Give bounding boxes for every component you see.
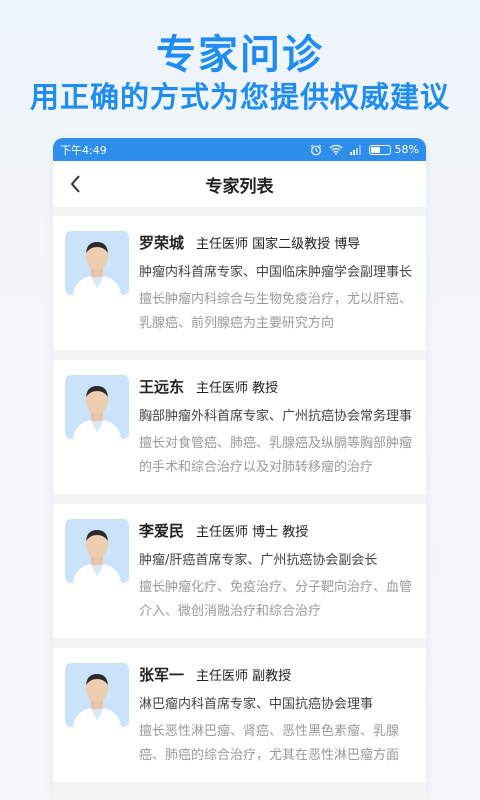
doctor-header-line: 罗荣城 主任医师 国家二级教授 博导 xyxy=(139,232,416,253)
doctor-card[interactable]: 罗荣城 主任医师 国家二级教授 博导 肿瘤内科首席专家、中国临床肿瘤学会副理事长… xyxy=(53,216,426,350)
doctor-specialty: 擅长肿瘤化疗、免疫治疗、分子靶向治疗、血管介入、微创消融治疗和综合治疗 xyxy=(139,580,413,619)
doctor-header-line: 王远东 主任医师 教授 xyxy=(139,376,416,397)
doctor-info: 张军一 主任医师 副教授 淋巴瘤内科首席专家、中国抗癌协会理事 擅长恶性淋巴瘤、… xyxy=(139,664,416,768)
doctor-specialty: 擅长恶性淋巴瘤、肾癌、恶性黑色素瘤、乳腺癌、肺癌的综合治疗，尤其在恶性淋巴瘤方面 xyxy=(139,724,400,763)
doctor-specialty: 擅长对食管癌、肺癌、乳腺癌及纵膈等胸部肿瘤的手术和综合治疗以及对肺转移瘤的治疗 xyxy=(139,436,413,475)
doctor-name: 罗荣城 xyxy=(139,234,185,252)
doctor-description: 淋巴瘤内科首席专家、中国抗癌协会理事 xyxy=(139,697,374,712)
chevron-left-icon[interactable] xyxy=(67,173,85,195)
promo-title: 专家问诊 xyxy=(156,32,324,78)
doctor-name: 李爱民 xyxy=(139,522,185,540)
doctor-title: 主任医师 教授 xyxy=(196,381,279,396)
doctor-info: 罗荣城 主任医师 国家二级教授 博导 肿瘤内科首席专家、中国临床肿瘤学会副理事长… xyxy=(139,232,416,336)
wifi-icon xyxy=(329,144,342,155)
status-bar: 下午4:49 58% xyxy=(53,138,426,161)
page-title: 专家列表 xyxy=(205,176,274,197)
doctor-avatar xyxy=(65,231,129,295)
battery-indicator: 58% xyxy=(368,143,419,156)
doctor-list: 罗荣城 主任医师 国家二级教授 博导 肿瘤内科首席专家、中国临床肿瘤学会副理事长… xyxy=(53,208,426,782)
doctor-title: 主任医师 副教授 xyxy=(196,669,292,684)
phone-screen: 下午4:49 58% 专家列表 罗荣城 主任医师 国家二级教授 博导 肿瘤内科首… xyxy=(53,138,426,800)
doctor-title: 主任医师 国家二级教授 博导 xyxy=(196,237,361,252)
doctor-avatar xyxy=(65,663,129,727)
doctor-avatar xyxy=(65,519,129,583)
battery-percent: 58% xyxy=(394,143,419,156)
promo-subtitle: 用正确的方式为您提供权威建议 xyxy=(29,80,450,114)
battery-fill xyxy=(370,146,381,153)
doctor-name: 张军一 xyxy=(139,666,185,684)
doctor-description: 肿瘤/肝癌首席专家、广州抗癌协会副会长 xyxy=(139,553,378,568)
doctor-header-line: 李爱民 主任医师 博士 教授 xyxy=(139,520,416,541)
battery-icon xyxy=(368,144,391,155)
avatar-portrait-icon xyxy=(65,231,129,295)
doctor-info: 李爱民 主任医师 博士 教授 肿瘤/肝癌首席专家、广州抗癌协会副会长 擅长肿瘤化… xyxy=(139,520,416,624)
doctor-info: 王远东 主任医师 教授 胸部肿瘤外科首席专家、广州抗癌协会常务理事 擅长对食管癌… xyxy=(139,376,416,480)
avatar-portrait-icon xyxy=(65,375,129,439)
avatar-portrait-icon xyxy=(65,663,129,727)
signal-icon xyxy=(349,144,361,155)
avatar-portrait-icon xyxy=(65,519,129,583)
doctor-header-line: 张军一 主任医师 副教授 xyxy=(139,664,416,685)
doctor-specialty: 擅长肿瘤内科综合与生物免疫治疗，尤以肝癌、乳腺癌、前列腺癌为主要研究方向 xyxy=(139,292,413,331)
doctor-description: 胸部肿瘤外科首席专家、广州抗癌协会常务理事 xyxy=(139,409,413,424)
doctor-name: 王远东 xyxy=(139,378,185,396)
doctor-card[interactable]: 李爱民 主任医师 博士 教授 肿瘤/肝癌首席专家、广州抗癌协会副会长 擅长肿瘤化… xyxy=(53,504,426,638)
doctor-avatar xyxy=(65,375,129,439)
status-time: 下午4:49 xyxy=(60,143,107,157)
doctor-description: 肿瘤内科首席专家、中国临床肿瘤学会副理事长 xyxy=(139,265,413,280)
doctor-card[interactable]: 张军一 主任医师 副教授 淋巴瘤内科首席专家、中国抗癌协会理事 擅长恶性淋巴瘤、… xyxy=(53,648,426,782)
alarm-icon xyxy=(310,144,321,155)
doctor-card[interactable]: 王远东 主任医师 教授 胸部肿瘤外科首席专家、广州抗癌协会常务理事 擅长对食管癌… xyxy=(53,360,426,494)
doctor-title: 主任医师 博士 教授 xyxy=(196,525,309,540)
nav-header: 专家列表 xyxy=(53,161,426,208)
status-icons: 58% xyxy=(310,143,419,156)
